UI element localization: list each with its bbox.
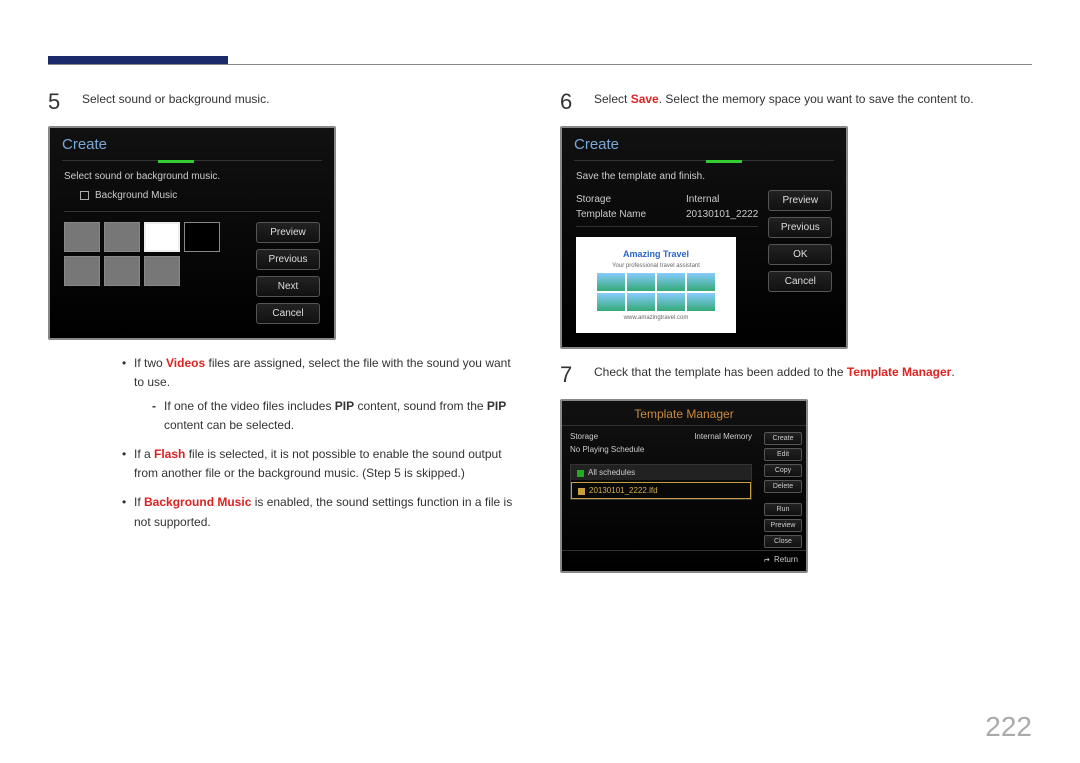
header-rule [48,64,1032,65]
template-name-label: Template Name [576,209,666,220]
tm-delete-button[interactable]: Delete [764,480,802,493]
storage-value[interactable]: Internal [686,194,719,205]
tm-create-button[interactable]: Create [764,432,802,445]
step-6: 6 Select Save. Select the memory space y… [560,90,1032,114]
storage-row: Storage Internal [576,194,758,205]
tm-schedule-list: All schedules 20130101_2222.lfd [570,464,752,500]
note-videos-sub: If one of the video files includes PIP c… [152,397,520,435]
tm-close-button[interactable]: Close [764,535,802,548]
header-accent [48,56,228,64]
tm-button-column: Create Edit Copy Delete Run Preview Clos… [760,426,806,550]
bgmusic-row[interactable]: Background Music [80,190,320,201]
checkbox-icon[interactable] [80,191,89,200]
tm-edit-button[interactable]: Edit [764,448,802,461]
template-name-value[interactable]: 20130101_2222 [686,209,758,220]
progress-segment [706,160,742,163]
sound-thumb[interactable] [64,222,100,252]
preview-button[interactable]: Preview [768,190,832,211]
note-flash: If a Flash file is selected, it is not p… [122,445,520,483]
checkbox-icon [577,470,584,477]
sound-thumb[interactable] [104,256,140,286]
tm-all-schedules[interactable]: All schedules [571,465,751,480]
tm-preview-button[interactable]: Preview [764,519,802,532]
page-columns: 5 Select sound or background music. Crea… [48,90,1032,723]
tm-storage-label: Storage [570,432,598,441]
tm-left-pane: Storage Internal Memory No Playing Sched… [562,426,760,550]
item-icon [578,488,585,495]
create-prompt: Select sound or background music. [64,171,320,182]
cancel-button[interactable]: Cancel [256,303,320,324]
left-column: 5 Select sound or background music. Crea… [48,90,520,723]
preview-title: Amazing Travel [623,249,689,259]
note-videos: If two Videos files are assigned, select… [122,354,520,435]
bgmusic-label: Background Music [95,190,177,201]
preview-subtitle: Your professional travel assistant [612,263,700,269]
step-5-number: 5 [48,90,68,114]
tm-return-row[interactable]: ↵Return [562,550,806,568]
preview-url: www.amazingtravel.com [624,315,689,321]
template-manager-title: Template Manager [562,401,806,426]
step-7-text: Check that the template has been added t… [594,363,1032,387]
divider [64,211,320,212]
tm-no-schedule: No Playing Schedule [570,445,752,454]
divider [576,226,758,227]
create-button-column: Preview Previous Next Cancel [256,222,320,324]
create-save-screenshot: Create Save the template and finish. Sto… [560,126,848,349]
preview-button[interactable]: Preview [256,222,320,243]
right-column: 6 Select Save. Select the memory space y… [560,90,1032,723]
page-number: 222 [985,711,1032,743]
create-button-column: Preview Previous OK Cancel [768,190,832,333]
step-5-text: Select sound or background music. [82,90,520,114]
create-sound-screenshot: Create Select sound or background music.… [48,126,336,340]
template-manager-screenshot: Template Manager Storage Internal Memory… [560,399,808,573]
notes-list: If two Videos files are assigned, select… [82,354,520,532]
previous-button[interactable]: Previous [768,217,832,238]
preview-images [597,273,715,311]
create-title: Create [50,128,334,161]
progress-segment [158,160,194,163]
template-name-row: Template Name 20130101_2222 [576,209,758,220]
tm-storage-value[interactable]: Internal Memory [694,432,752,441]
step-7: 7 Check that the template has been added… [560,363,1032,387]
note-bgmusic: If Background Music is enabled, the soun… [122,493,520,531]
step-6-text: Select Save. Select the memory space you… [594,90,1032,114]
tm-template-item[interactable]: 20130101_2222.lfd [571,482,751,499]
tm-copy-button[interactable]: Copy [764,464,802,477]
sound-thumb[interactable] [184,222,220,252]
step-5: 5 Select sound or background music. [48,90,520,114]
return-icon: ↵ [763,555,770,564]
tm-run-button[interactable]: Run [764,503,802,516]
sound-thumb[interactable] [144,256,180,286]
sound-thumb[interactable] [64,256,100,286]
template-preview: Amazing Travel Your professional travel … [576,237,736,333]
step-7-number: 7 [560,363,580,387]
next-button[interactable]: Next [256,276,320,297]
sound-thumbnails [64,222,246,324]
sound-thumb[interactable] [104,222,140,252]
step-6-number: 6 [560,90,580,114]
previous-button[interactable]: Previous [256,249,320,270]
storage-label: Storage [576,194,666,205]
save-prompt: Save the template and finish. [576,171,832,182]
create-title: Create [562,128,846,161]
ok-button[interactable]: OK [768,244,832,265]
cancel-button[interactable]: Cancel [768,271,832,292]
sound-thumb-selected[interactable] [144,222,180,252]
